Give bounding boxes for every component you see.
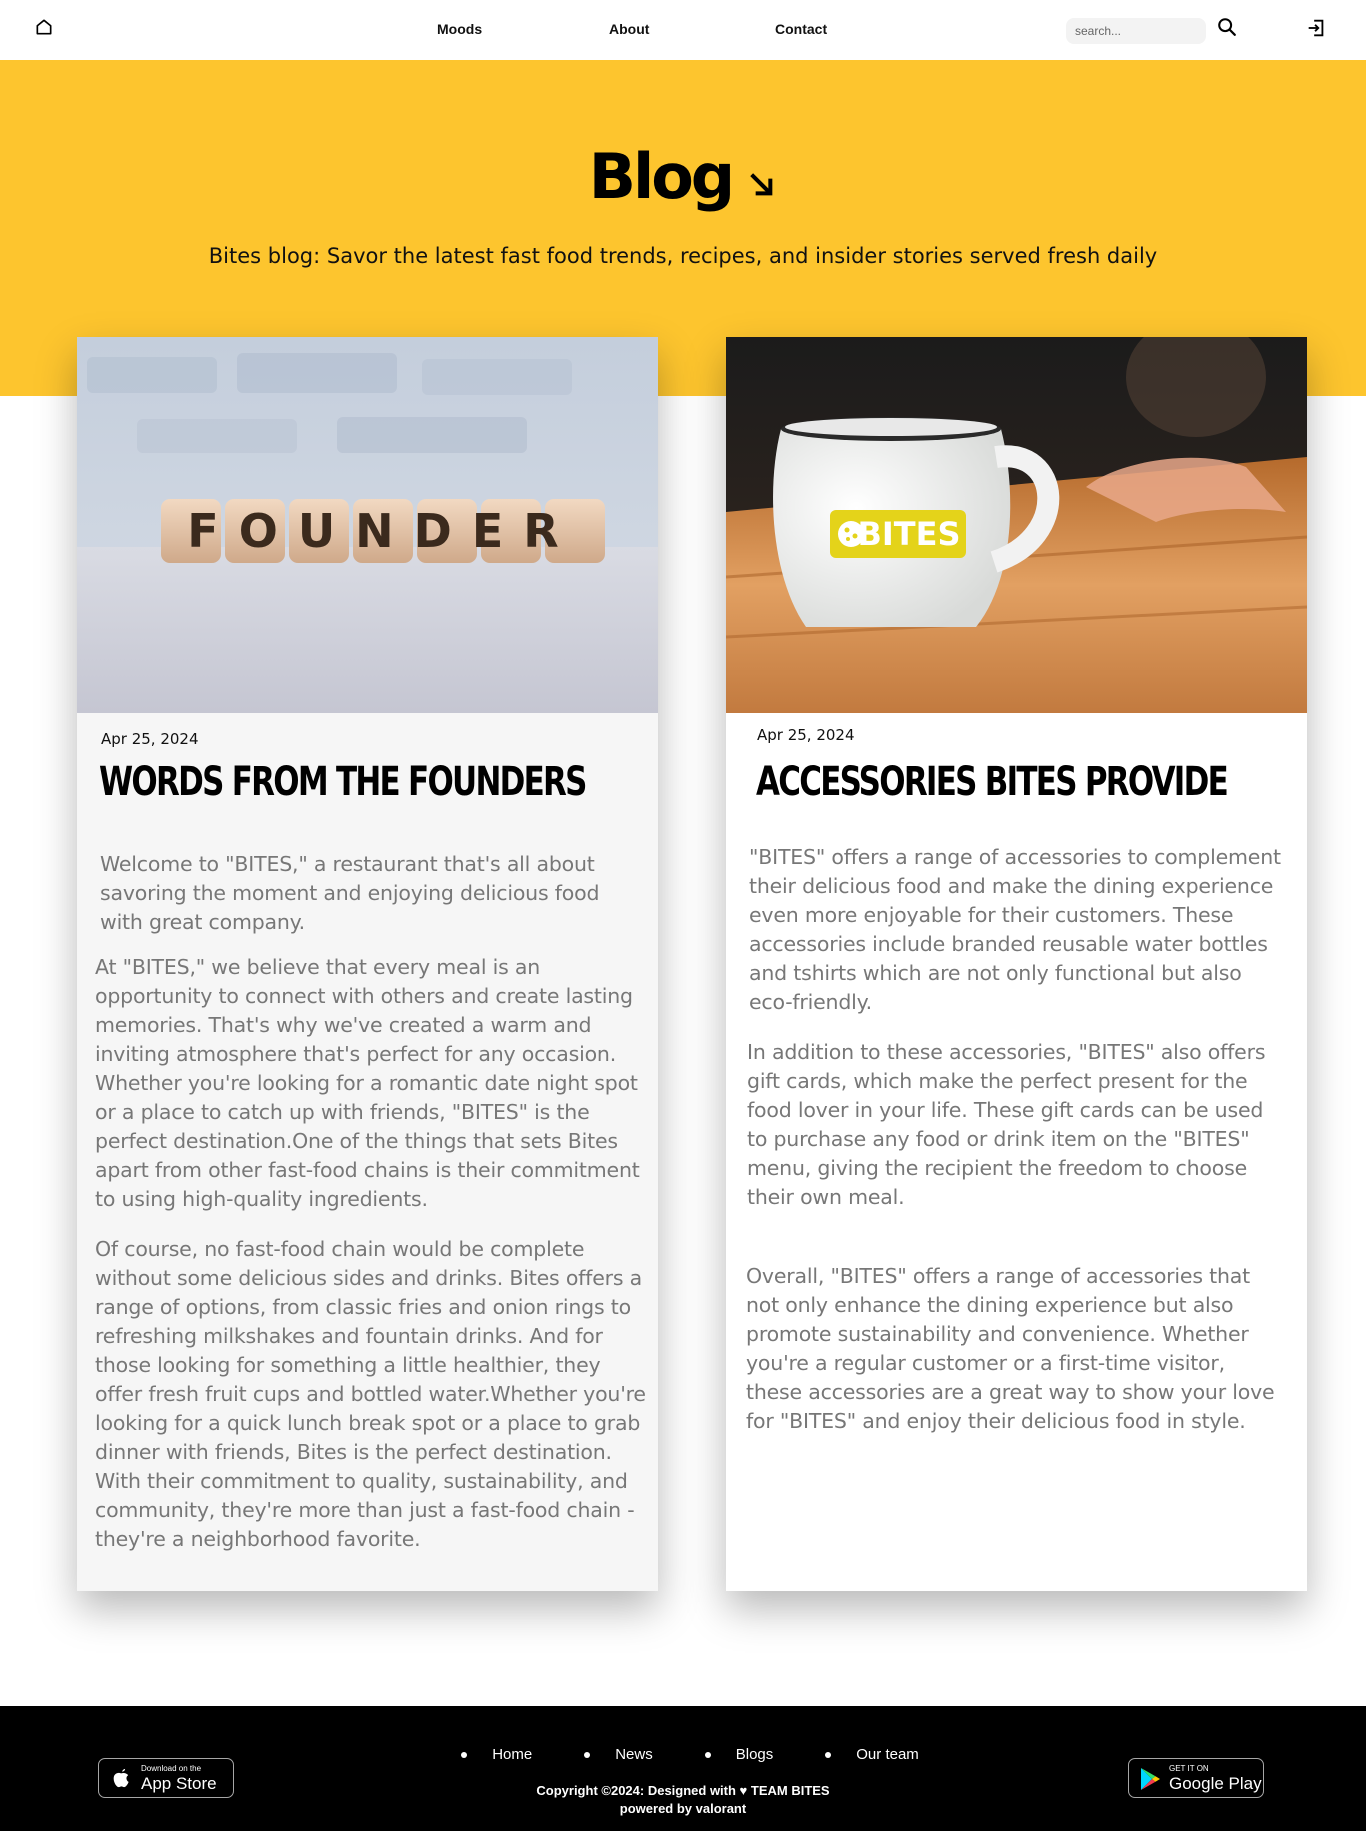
nav-link-contact[interactable]: Contact: [775, 21, 827, 37]
footer-link-home[interactable]: Home: [461, 1746, 532, 1763]
post-paragraph: Overall, "BITES" offers a range of acces…: [746, 1264, 1275, 1433]
hero-subtitle: Bites blog: Savor the latest fast food t…: [208, 244, 1158, 268]
post-paragraph: At "BITES," we believe that every meal i…: [95, 955, 640, 1211]
powered-by-text: powered by valorant: [619, 1801, 747, 1816]
site-footer: Download on the App Store Home News Blog…: [0, 1706, 1366, 1831]
hero-title-row: Blog: [0, 140, 1366, 213]
search-icon[interactable]: [1216, 16, 1238, 38]
bites-mug-image: BITES: [726, 337, 1307, 713]
google-play-big-text: Google Play: [1169, 1774, 1262, 1793]
founder-blocks-word: FOUNDER: [187, 504, 578, 558]
arrow-down-right-icon: [750, 172, 773, 195]
post-paragraph: In addition to these accessories, "BITES…: [747, 1040, 1266, 1209]
footer-link-blogs[interactable]: Blogs: [704, 1746, 773, 1763]
google-play-small-text: GET IT ON: [1169, 1764, 1209, 1773]
footer-link-news[interactable]: News: [584, 1746, 653, 1763]
google-play-badge[interactable]: GET IT ON Google Play: [1128, 1758, 1264, 1798]
post-paragraph: Welcome to "BITES," a restaurant that's …: [100, 852, 600, 934]
google-play-icon: [1141, 1768, 1160, 1790]
post-date: Apr 25, 2024: [101, 730, 199, 748]
login-icon[interactable]: [1305, 17, 1327, 39]
post-paragraph: "BITES" offers a range of accessories to…: [749, 845, 1281, 1014]
nav-link-about[interactable]: About: [609, 21, 649, 37]
page-title: Blog: [588, 140, 735, 213]
app-store-small-text: Download on the: [141, 1764, 202, 1773]
post-paragraph: Of course, no fast-food chain would be c…: [95, 1237, 646, 1551]
blog-card-founders[interactable]: FOUNDER Apr 25, 2024 Words from the foun…: [77, 337, 658, 1591]
home-icon[interactable]: [34, 17, 54, 37]
mug-logo-text: BITES: [857, 515, 960, 553]
post-title[interactable]: Accessories Bites provide: [756, 759, 1229, 805]
blog-card-accessories[interactable]: BITES Apr 25, 2024 Accessories Bites pro…: [726, 337, 1307, 1591]
post-date: Apr 25, 2024: [757, 726, 855, 744]
search-input[interactable]: [1066, 18, 1206, 44]
footer-link-our-team[interactable]: Our team: [825, 1746, 919, 1763]
post-title[interactable]: Words from the founders: [99, 759, 587, 805]
nav-link-moods[interactable]: Moods: [437, 21, 482, 37]
top-navbar: Moods About Contact: [0, 0, 1366, 60]
founder-blocks-image: FOUNDER: [77, 337, 658, 713]
